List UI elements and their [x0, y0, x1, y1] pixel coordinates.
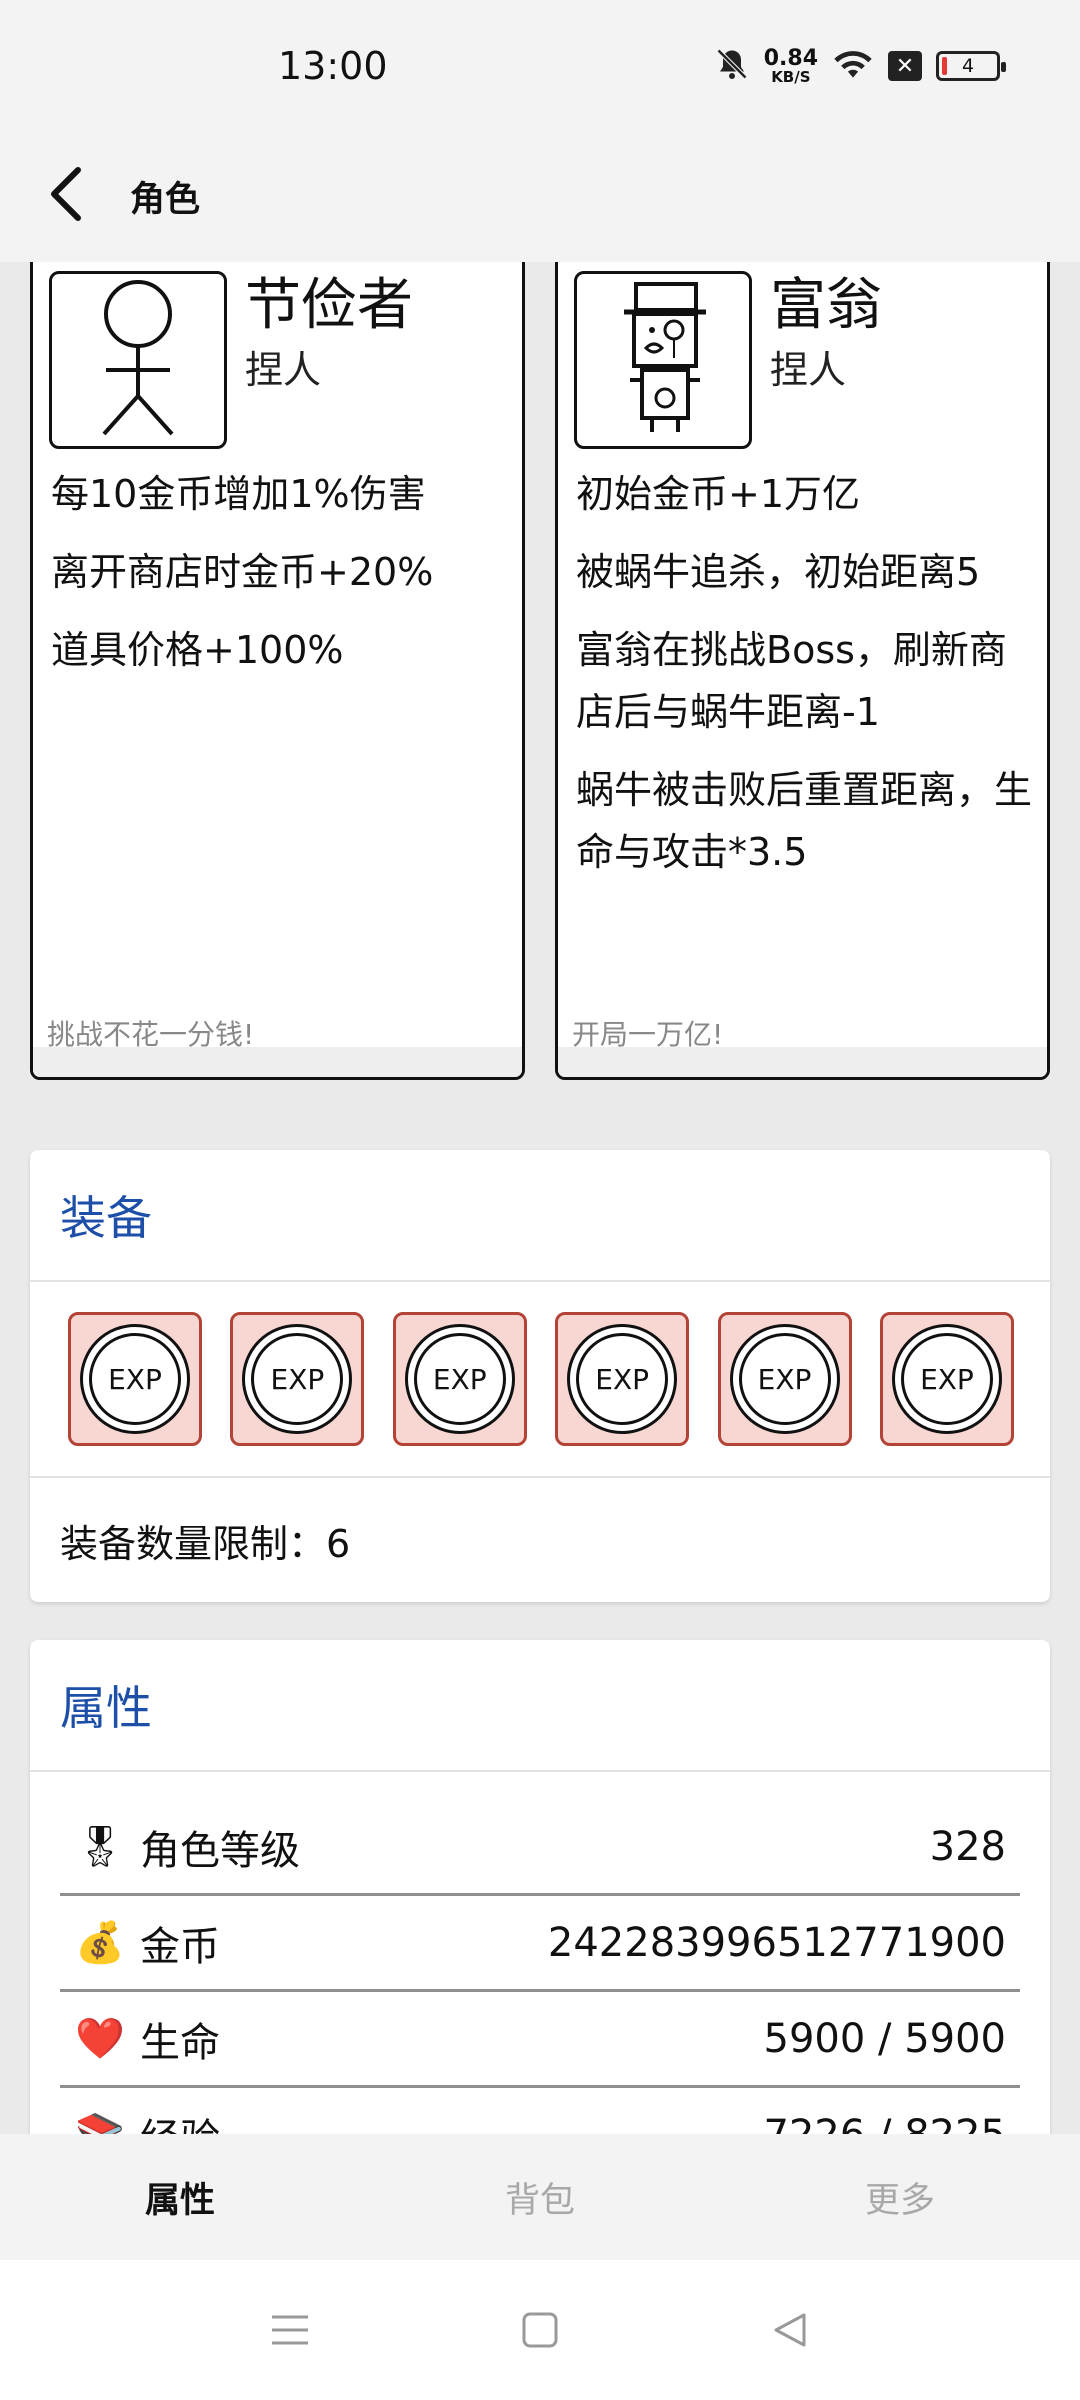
character-name: 富翁: [770, 273, 882, 338]
attribute-value: 242283996512771900: [547, 1919, 1006, 1966]
tab-backpack[interactable]: 背包: [360, 2134, 720, 2260]
bottom-tab-bar: 属性 背包 更多: [0, 2134, 1080, 2260]
equipment-limit-text: 装备数量限制：6: [60, 1521, 351, 1566]
equipment-slots: EXP EXP EXP EXP EXP EXP: [30, 1282, 1050, 1478]
equipment-slot[interactable]: EXP: [68, 1312, 202, 1446]
mute-bell-icon: [714, 46, 750, 86]
attributes-list: 🎖 角色等级 328 💰 金币 242283996512771900 ❤️ 生命…: [30, 1772, 1050, 2134]
character-portrait: [574, 271, 752, 449]
equipment-slot[interactable]: EXP: [230, 1312, 365, 1446]
stick-figure-icon: [68, 278, 208, 442]
equipment-title: 装备: [30, 1150, 1050, 1282]
exp-coin-icon: EXP: [567, 1324, 678, 1434]
attribute-label: 金币: [140, 1923, 220, 1970]
heart-icon: ❤️: [75, 2016, 125, 2062]
equipment-slot[interactable]: EXP: [392, 1312, 527, 1446]
content-scroll-area[interactable]: 节俭者 捏人 每10金币增加1%伤害 离开商店时金币+20% 道具价格+100%…: [0, 262, 1080, 2134]
system-nav-bar: [0, 2260, 1080, 2400]
net-speed: 0.84 KB/S: [763, 45, 818, 86]
exp-coin-label: EXP: [89, 1333, 181, 1425]
home-square-icon[interactable]: [515, 2305, 565, 2355]
exp-coin-label: EXP: [900, 1333, 993, 1425]
exp-coin-icon: EXP: [80, 1324, 190, 1434]
character-subtitle: 捏人: [770, 348, 847, 392]
attribute-label: 经验: [140, 2106, 764, 2135]
attribute-value: 7226 / 8225: [764, 2112, 1007, 2135]
app-header: 角色: [0, 130, 1080, 262]
net-speed-value: 0.84: [763, 45, 818, 71]
exp-coin-label: EXP: [738, 1333, 831, 1425]
medal-icon: 🎖: [74, 1824, 126, 1870]
net-speed-unit: KB/S: [771, 67, 811, 86]
attributes-panel: 属性 🎖 角色等级 328 💰 金币 242283996512771900 ❤️…: [30, 1640, 1050, 2134]
attribute-value: 328: [929, 1823, 1006, 1870]
equipment-slot[interactable]: EXP: [879, 1312, 1014, 1446]
card-bottom-strip: [558, 1047, 1047, 1077]
status-icons: 0.84 KB/S ✕ 4: [714, 40, 1006, 92]
attributes-title: 属性: [30, 1640, 1050, 1772]
equipment-panel: 装备 EXP EXP EXP EXP EXP EXP 装备数量限制：6: [30, 1150, 1050, 1602]
tab-attributes[interactable]: 属性: [0, 2134, 360, 2260]
exp-coin-icon: EXP: [404, 1324, 515, 1434]
status-time: 13:00: [278, 44, 388, 88]
chevron-left-icon: [46, 164, 86, 228]
equipment-slot[interactable]: EXP: [717, 1312, 852, 1446]
trait-text: 蜗牛被击败后重置距离，生命与攻击*3.5: [576, 768, 1033, 874]
trait-text: 道具价格+100%: [51, 628, 344, 672]
wifi-icon: [832, 47, 874, 85]
character-portrait: [49, 271, 227, 449]
exp-coin-label: EXP: [576, 1333, 669, 1425]
attribute-row-exp: 📚 经验 7226 / 8225: [60, 2088, 1020, 2135]
tab-more[interactable]: 更多: [720, 2134, 1080, 2260]
trait-text: 富翁在挑战Boss，刷新商店后与蜗牛距离-1: [576, 628, 1007, 734]
notification-x-icon: ✕: [888, 51, 922, 81]
menu-icon[interactable]: [265, 2305, 315, 2355]
status-bar: 13:00 0.84 KB/S ✕ 4: [0, 0, 1080, 130]
back-triangle-icon[interactable]: [765, 2305, 815, 2355]
character-traits: 初始金币+1万亿 被蜗牛追杀，初始距离5 富翁在挑战Boss，刷新商店后与蜗牛距…: [576, 463, 1033, 899]
attribute-value: 5900 / 5900: [763, 2015, 1007, 2062]
attribute-label: 角色等级: [140, 1827, 300, 1874]
rich-man-monocle-icon: [588, 278, 738, 442]
exp-coin-label: EXP: [413, 1333, 506, 1425]
equipment-slot[interactable]: EXP: [555, 1312, 690, 1446]
attribute-row-health: ❤️ 生命 5900 / 5900: [60, 1992, 1020, 2088]
attribute-row-level: 🎖 角色等级 328: [60, 1800, 1020, 1896]
trait-text: 每10金币增加1%伤害: [51, 472, 426, 516]
exp-coin-icon: EXP: [891, 1324, 1002, 1434]
trait-text: 初始金币+1万亿: [576, 472, 861, 516]
character-subtitle: 捏人: [245, 348, 322, 392]
books-icon: 📚: [70, 2111, 130, 2134]
battery-icon: 4: [936, 51, 1006, 81]
attribute-label: 生命: [140, 2019, 220, 2066]
character-card-frugal[interactable]: 节俭者 捏人 每10金币增加1%伤害 离开商店时金币+20% 道具价格+100%…: [30, 262, 525, 1080]
character-card-rich[interactable]: 富翁 捏人 初始金币+1万亿 被蜗牛追杀，初始距离5 富翁在挑战Boss，刷新商…: [555, 262, 1050, 1080]
trait-text: 离开商店时金币+20%: [51, 550, 434, 594]
exp-coin-icon: EXP: [242, 1324, 353, 1434]
exp-coin-label: EXP: [251, 1333, 344, 1425]
character-traits: 每10金币增加1%伤害 离开商店时金币+20% 道具价格+100%: [51, 463, 508, 697]
page-title: 角色: [130, 179, 201, 220]
attribute-row-gold: 💰 金币 242283996512771900: [60, 1896, 1020, 1992]
card-bottom-strip: [33, 1047, 522, 1077]
trait-text: 被蜗牛追杀，初始距离5: [576, 550, 981, 594]
back-button[interactable]: [0, 130, 132, 262]
money-bag-icon: 💰: [75, 1920, 125, 1966]
battery-level: 4: [961, 55, 975, 77]
character-name: 节俭者: [245, 273, 413, 338]
exp-coin-icon: EXP: [729, 1324, 840, 1434]
